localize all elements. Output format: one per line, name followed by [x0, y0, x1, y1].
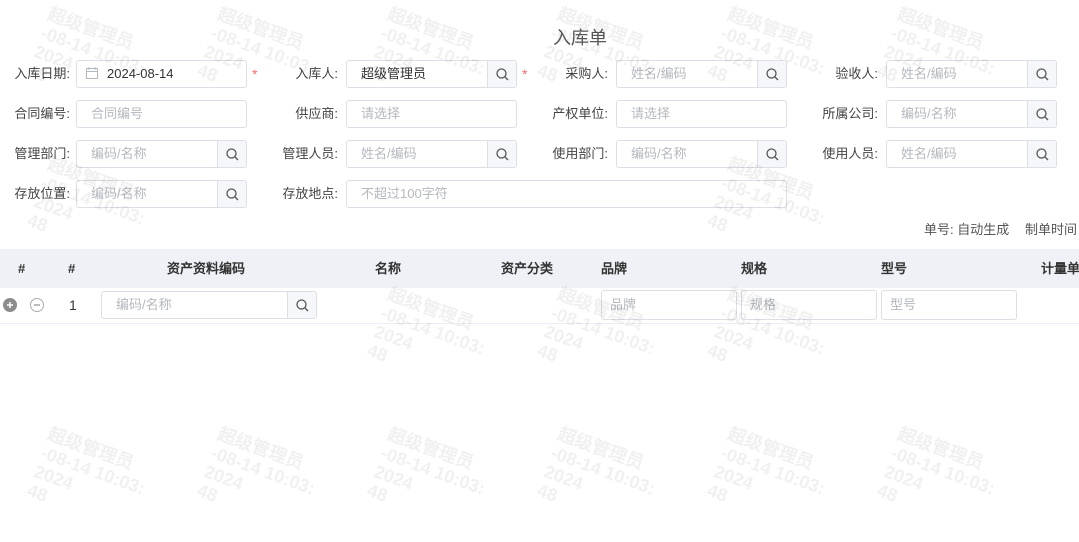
search-button[interactable]: [287, 292, 316, 318]
user-placeholder: 姓名/编码: [901, 146, 957, 161]
row-index: 1: [69, 297, 77, 313]
property-unit-placeholder: 请选择: [631, 106, 671, 121]
search-button[interactable]: [1027, 61, 1056, 87]
company-label: 所属公司:: [822, 106, 878, 121]
search-icon: [495, 67, 508, 80]
column-header: 资产分类: [501, 261, 554, 276]
address-label: 存放地点:: [282, 186, 338, 201]
search-icon: [225, 187, 238, 200]
table-row: 1 编码/名称 品牌 规格 型号: [0, 288, 1079, 324]
location-label: 存放位置:: [14, 186, 70, 201]
user-label: 使用人员:: [822, 146, 878, 161]
column-header: #: [18, 261, 26, 276]
model-placeholder: 型号: [890, 297, 917, 312]
acceptor-label: 验收人:: [835, 66, 878, 81]
column-header: 资产资料编码: [167, 261, 246, 276]
required-mark: *: [522, 66, 528, 82]
contract-no-placeholder: 合同编号: [91, 106, 144, 121]
purchaser-input[interactable]: 姓名/编码: [616, 60, 787, 88]
table-header: # # 资产资料编码 名称 资产分类 品牌 规格 型号 计量单: [0, 249, 1079, 288]
mgmt-dept-label: 管理部门:: [14, 146, 70, 161]
watermark: 超级管理员 -08-14 10:03: 2024 48: [874, 423, 998, 506]
company-placeholder: 编码/名称: [901, 106, 957, 121]
column-header: 规格: [741, 261, 768, 276]
search-button[interactable]: [1027, 101, 1056, 127]
inbound-date-value: 2024-08-14: [107, 66, 174, 81]
page-title: 入库单: [553, 28, 607, 48]
mgmt-person-label: 管理人员:: [282, 146, 338, 161]
search-icon: [765, 147, 778, 160]
acceptor-placeholder: 姓名/编码: [901, 66, 957, 81]
asset-code-input[interactable]: 编码/名称: [101, 291, 317, 319]
brand-placeholder: 品牌: [610, 297, 637, 312]
column-header: 计量单: [1041, 261, 1079, 276]
address-input[interactable]: 不超过100字符: [346, 180, 787, 208]
search-icon: [225, 147, 238, 160]
search-icon: [495, 147, 508, 160]
inbound-date-label: 入库日期:: [14, 66, 70, 81]
brand-input[interactable]: 品牌: [601, 290, 737, 320]
search-button[interactable]: [1027, 141, 1056, 167]
inbound-person-label: 入库人:: [295, 66, 338, 81]
supplier-label: 供应商:: [295, 106, 338, 121]
user-input[interactable]: 姓名/编码: [886, 140, 1057, 168]
search-button[interactable]: [757, 61, 786, 87]
inbound-person-field[interactable]: 超级管理员: [346, 60, 517, 88]
watermark: 超级管理员 -08-14 10:03: 2024 48: [194, 423, 318, 506]
spec-placeholder: 规格: [750, 297, 777, 312]
property-unit-label: 产权单位:: [552, 106, 608, 121]
search-icon: [1035, 147, 1048, 160]
contract-no-input[interactable]: 合同编号: [76, 100, 247, 128]
watermark: 超级管理员 -08-14 10:03: 2024 48: [704, 423, 828, 506]
mgmt-person-input[interactable]: 姓名/编码: [346, 140, 517, 168]
use-dept-placeholder: 编码/名称: [631, 146, 687, 161]
inbound-person-value: 超级管理员: [361, 66, 427, 81]
required-mark: *: [252, 66, 258, 82]
search-icon: [1035, 107, 1048, 120]
location-placeholder: 编码/名称: [91, 186, 147, 201]
contract-no-label: 合同编号:: [14, 106, 70, 121]
location-input[interactable]: 编码/名称: [76, 180, 247, 208]
use-dept-input[interactable]: 编码/名称: [616, 140, 787, 168]
spec-input[interactable]: 规格: [741, 290, 877, 320]
search-icon: [1035, 67, 1048, 80]
search-icon: [295, 298, 308, 311]
supplier-placeholder: 请选择: [361, 106, 401, 121]
purchaser-placeholder: 姓名/编码: [631, 66, 687, 81]
search-button[interactable]: [487, 141, 516, 167]
acceptor-input[interactable]: 姓名/编码: [886, 60, 1057, 88]
address-placeholder: 不超过100字符: [361, 186, 448, 201]
supplier-select[interactable]: 请选择: [346, 100, 517, 128]
company-input[interactable]: 编码/名称: [886, 100, 1057, 128]
column-header: 品牌: [601, 261, 628, 276]
watermark: 超级管理员 -08-14 10:03: 2024 48: [24, 423, 148, 506]
remove-row-icon[interactable]: [30, 298, 44, 312]
add-row-icon[interactable]: [3, 298, 17, 312]
created-time: 制单时间: [1025, 222, 1078, 237]
model-input[interactable]: 型号: [881, 290, 1017, 320]
search-button[interactable]: [217, 181, 246, 207]
column-header: #: [68, 261, 76, 276]
use-dept-label: 使用部门:: [552, 146, 608, 161]
mgmt-dept-input[interactable]: 编码/名称: [76, 140, 247, 168]
search-icon: [765, 67, 778, 80]
column-header: 型号: [881, 261, 908, 276]
property-unit-select[interactable]: 请选择: [616, 100, 787, 128]
inbound-date-field[interactable]: 2024-08-14: [76, 60, 247, 88]
purchaser-label: 采购人:: [565, 66, 608, 81]
watermark: 超级管理员 -08-14 10:03: 2024 48: [364, 423, 488, 506]
mgmt-person-placeholder: 姓名/编码: [361, 146, 417, 161]
calendar-icon: [86, 67, 98, 79]
column-header: 名称: [375, 261, 402, 276]
search-button[interactable]: [757, 141, 786, 167]
doc-number: 单号: 自动生成: [924, 222, 1010, 237]
asset-code-placeholder: 编码/名称: [116, 297, 172, 312]
mgmt-dept-placeholder: 编码/名称: [91, 146, 147, 161]
search-button[interactable]: [487, 61, 516, 87]
watermark: 超级管理员 -08-14 10:03: 2024 48: [534, 423, 658, 506]
search-button[interactable]: [217, 141, 246, 167]
